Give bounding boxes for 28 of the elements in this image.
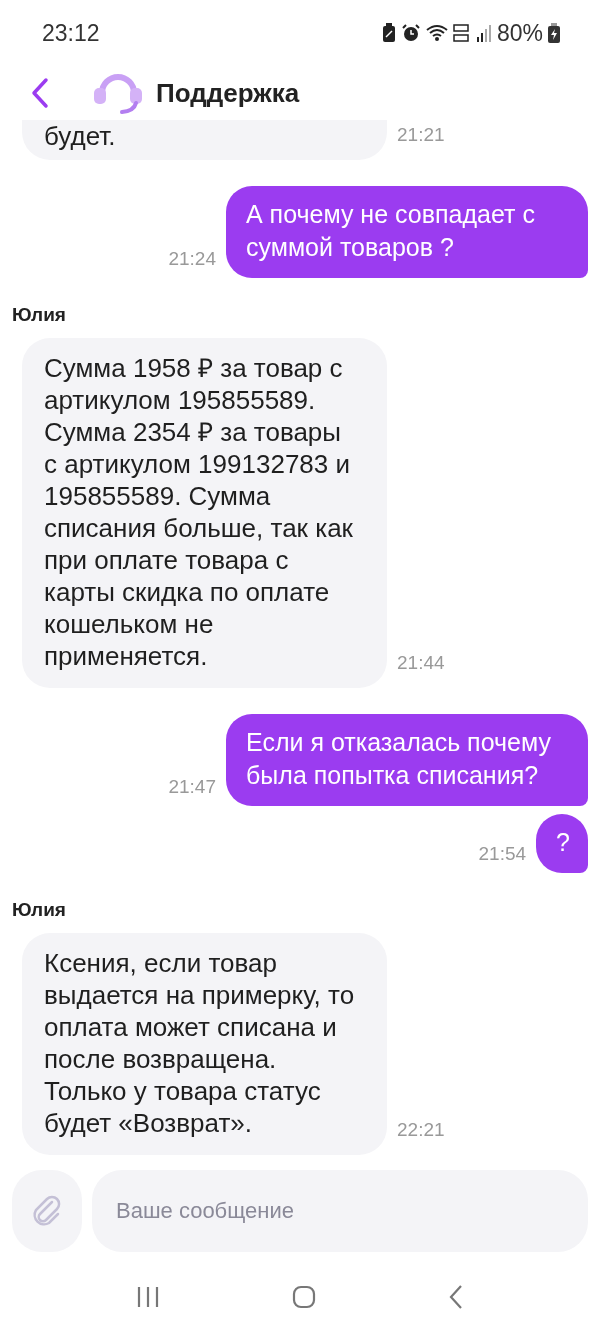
- back-nav-icon[interactable]: [448, 1284, 464, 1310]
- battery-level: 80%: [496, 19, 543, 47]
- battery-saver-icon: [381, 23, 396, 43]
- headset-icon: [94, 71, 142, 115]
- message-bubble: ?: [536, 814, 588, 873]
- author-name: Юлия: [12, 304, 67, 326]
- status-time: 23:12: [42, 19, 100, 47]
- message-time: 21:44: [397, 652, 445, 675]
- message-input[interactable]: Ваше сообщение: [92, 1170, 588, 1252]
- wifi-icon: [425, 24, 448, 42]
- chat-title: Поддержка: [156, 77, 300, 109]
- message-bubble: будет.: [22, 120, 387, 160]
- author-name: Юлия: [12, 899, 67, 921]
- recent-apps-icon[interactable]: [136, 1285, 160, 1309]
- battery-charging-icon: [548, 23, 560, 43]
- signal-icon: [475, 24, 492, 42]
- back-icon[interactable]: [30, 77, 50, 109]
- message-time: 21:21: [397, 124, 445, 147]
- message-time: 22:21: [397, 1119, 445, 1142]
- alarm-icon: [400, 23, 421, 43]
- message-time: 21:47: [168, 776, 216, 799]
- message-time: 21:54: [478, 843, 527, 866]
- message-bubble: Сумма 1958 ₽ за товар с артикулом 195855589. Сумма 2354 ₽ за товары с артикулом 199132783 и 195855589. Сумма списания больше, так как при оплате товара с карты скидка по оплате кошельком не применяется.: [22, 338, 387, 688]
- message-bubble: А почему не совпадает с суммой товаров ?: [226, 186, 588, 278]
- message-bubble: Ксения, если товар выдается на примерку, то оплата может списана и после возвращена. Только у товара статус будет «Возврат».: [22, 933, 387, 1155]
- message-time: 21:24: [168, 248, 216, 271]
- home-icon[interactable]: [292, 1285, 316, 1309]
- message-bubble: Если я отказалась почему была попытка списания?: [226, 714, 588, 806]
